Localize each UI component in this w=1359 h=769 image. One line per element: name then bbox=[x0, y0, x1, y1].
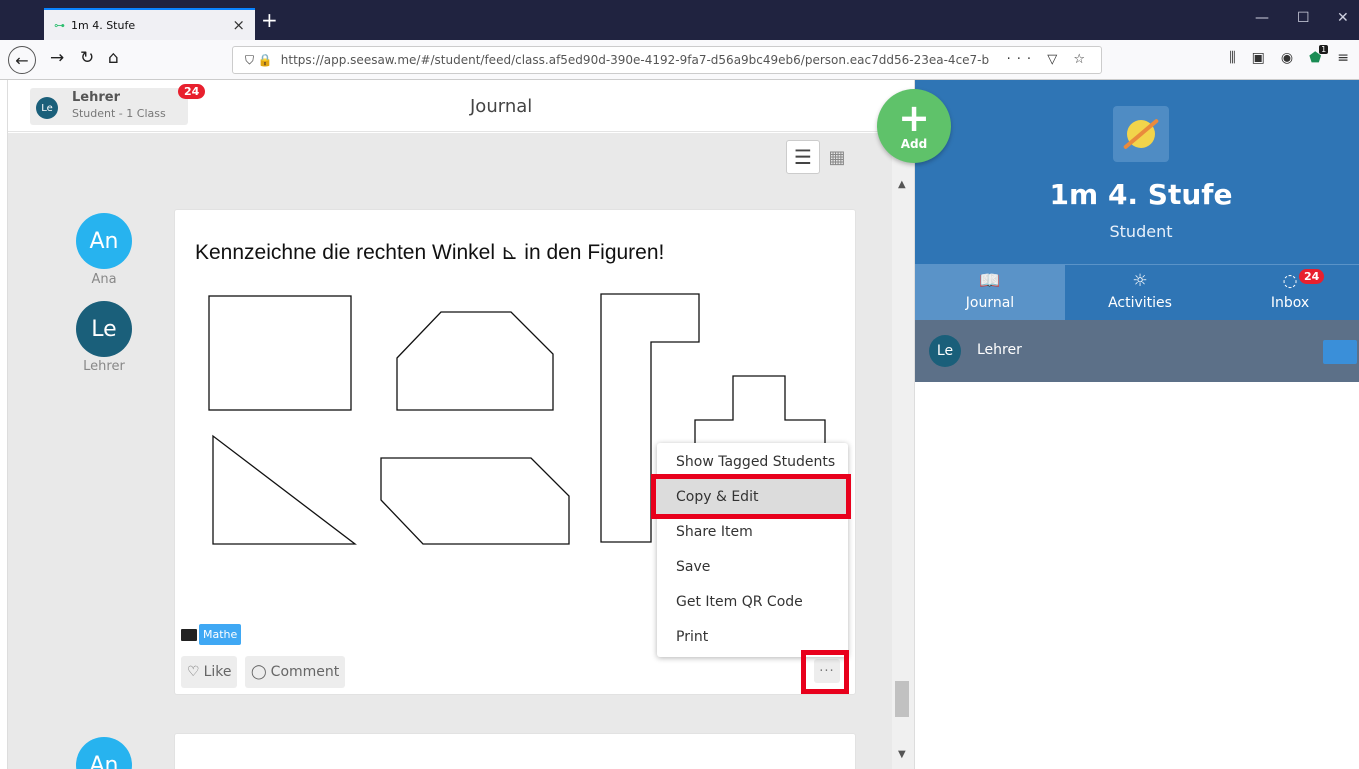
app-header: Le Lehrer Student - 1 Class 24 Journal bbox=[8, 80, 914, 132]
subject-tag[interactable]: Mathe bbox=[199, 624, 242, 645]
member-name: Lehrer bbox=[977, 342, 1022, 358]
class-header: 1m 4. Stufe Student bbox=[915, 80, 1359, 264]
student-name-ana: Ana bbox=[91, 272, 117, 287]
menu-item-get-qr-code[interactable]: Get Item QR Code bbox=[657, 584, 848, 619]
pentagon-figure bbox=[380, 457, 570, 545]
lock-icon: ⛉ 🔒 bbox=[245, 52, 273, 67]
feed-scrollbar[interactable]: ▲ ▼ bbox=[892, 133, 914, 769]
class-role: Student bbox=[1109, 222, 1173, 241]
plus-icon: + bbox=[898, 96, 930, 140]
hexagon-figure bbox=[396, 311, 554, 411]
class-title: 1m 4. Stufe bbox=[1049, 178, 1233, 211]
close-window-button[interactable]: ✕ bbox=[1337, 10, 1349, 26]
menu-icon[interactable]: ≡ bbox=[1337, 50, 1349, 66]
square-figure bbox=[208, 295, 352, 411]
tab-journal[interactable]: 📖 Journal bbox=[915, 265, 1065, 321]
sidebar-icon[interactable]: ▣ bbox=[1252, 50, 1265, 66]
post-prompt: Kennzeichne die rechten Winkel ⊾ in den … bbox=[195, 241, 665, 264]
next-post-card bbox=[174, 733, 856, 769]
tab-inbox-label: Inbox bbox=[1270, 295, 1310, 311]
like-button[interactable]: ♡ Like bbox=[181, 656, 238, 688]
url-bar[interactable]: ⛉ 🔒 https://app.seesaw.me/#/student/feed… bbox=[232, 46, 1102, 74]
heart-icon: ♡ bbox=[187, 664, 200, 680]
class-panel: 1m 4. Stufe Student 📖 Journal ☼ Activiti… bbox=[914, 80, 1359, 769]
speech-bubble-icon: ◯ bbox=[251, 664, 267, 680]
like-label: Like bbox=[203, 664, 232, 680]
lightbulb-icon: ☼ bbox=[1132, 271, 1148, 291]
url-actions-icons[interactable]: ··· ▽ ☆ bbox=[1007, 52, 1091, 67]
profile-name: Lehrer bbox=[72, 90, 120, 105]
inbox-badge: 24 bbox=[1299, 269, 1325, 284]
toolbar-icons: ⫼ ▣ ◉ ⬟ 1 ≡ bbox=[1229, 45, 1349, 66]
planet-icon bbox=[1113, 106, 1169, 162]
student-avatar-lehrer[interactable]: Le bbox=[76, 301, 132, 357]
tab-inbox[interactable]: ◌ Inbox 24 bbox=[1215, 265, 1359, 321]
profile-switcher[interactable]: Le Lehrer Student - 1 Class bbox=[30, 88, 188, 125]
view-toggle: ☰ ▦ bbox=[786, 140, 854, 176]
url-text: https://app.seesaw.me/#/student/feed/cla… bbox=[280, 53, 990, 67]
avatar: Le bbox=[36, 97, 58, 119]
tab-journal-label: Journal bbox=[965, 295, 1015, 311]
maximize-button[interactable]: ☐ bbox=[1297, 10, 1310, 26]
tab-activities-label: Activities bbox=[1108, 295, 1172, 311]
menu-item-print[interactable]: Print bbox=[657, 619, 848, 654]
triangle-figure bbox=[212, 434, 357, 545]
folder-icon[interactable] bbox=[1323, 340, 1357, 364]
chat-icon: ◌ bbox=[1282, 271, 1298, 291]
extension-badge: 1 bbox=[1319, 45, 1329, 54]
folder-icon bbox=[181, 628, 197, 641]
reload-button[interactable]: ↻ bbox=[80, 48, 94, 68]
tab-activities[interactable]: ☼ Activities bbox=[1065, 265, 1215, 321]
list-view-icon[interactable]: ☰ bbox=[786, 140, 820, 174]
menu-item-save[interactable]: Save bbox=[657, 549, 848, 584]
comment-button[interactable]: ◯ Comment bbox=[245, 656, 346, 688]
browser-nav-bar: ← → ↻ ⌂ ⛉ 🔒 https://app.seesaw.me/#/stud… bbox=[0, 40, 1359, 80]
tag-row: Mathe bbox=[181, 624, 242, 645]
add-button[interactable]: + Add bbox=[877, 89, 951, 163]
class-tabs: 📖 Journal ☼ Activities ◌ Inbox 24 bbox=[915, 264, 1359, 321]
avatar: Le bbox=[929, 335, 961, 367]
page-title: Journal bbox=[470, 96, 533, 117]
menu-item-share-item[interactable]: Share Item bbox=[657, 514, 848, 549]
tab-title: 1m 4. Stufe bbox=[71, 18, 136, 32]
cross-shape-figure bbox=[694, 375, 826, 449]
account-icon[interactable]: ◉ bbox=[1281, 50, 1293, 66]
left-edge bbox=[0, 80, 8, 769]
add-label: Add bbox=[900, 137, 928, 151]
browser-tab[interactable]: ⊶ 1m 4. Stufe × bbox=[44, 8, 255, 40]
scroll-down-icon[interactable]: ▼ bbox=[898, 749, 906, 760]
forward-button[interactable]: → bbox=[50, 48, 64, 68]
seesaw-favicon-icon: ⊶ bbox=[54, 18, 65, 32]
extension-icon[interactable]: ⬟ 1 bbox=[1309, 45, 1329, 66]
home-button[interactable]: ⌂ bbox=[108, 48, 119, 68]
comment-label: Comment bbox=[270, 664, 340, 680]
library-icon[interactable]: ⫼ bbox=[1229, 50, 1235, 66]
next-post-avatar[interactable]: An bbox=[76, 737, 132, 769]
highlight-more-button bbox=[801, 650, 849, 694]
new-tab-button[interactable]: + bbox=[261, 8, 278, 32]
student-name-lehrer: Lehrer bbox=[83, 359, 125, 374]
calendar-view-icon[interactable]: ▦ bbox=[824, 144, 850, 170]
back-button[interactable]: ← bbox=[8, 46, 36, 74]
class-member-row[interactable]: Le Lehrer bbox=[915, 320, 1359, 382]
scroll-up-icon[interactable]: ▲ bbox=[898, 179, 906, 190]
tab-close-icon[interactable]: × bbox=[232, 16, 245, 34]
book-icon: 📖 bbox=[979, 271, 1001, 291]
notification-badge: 24 bbox=[178, 84, 206, 99]
profile-subtitle: Student - 1 Class bbox=[72, 107, 166, 120]
minimize-button[interactable]: — bbox=[1255, 10, 1269, 26]
highlight-copy-edit bbox=[651, 474, 851, 519]
scroll-thumb[interactable] bbox=[895, 681, 909, 717]
student-avatar-ana[interactable]: An bbox=[76, 213, 132, 269]
browser-tab-bar: ⊶ 1m 4. Stufe × + — ☐ ✕ bbox=[0, 0, 1359, 40]
